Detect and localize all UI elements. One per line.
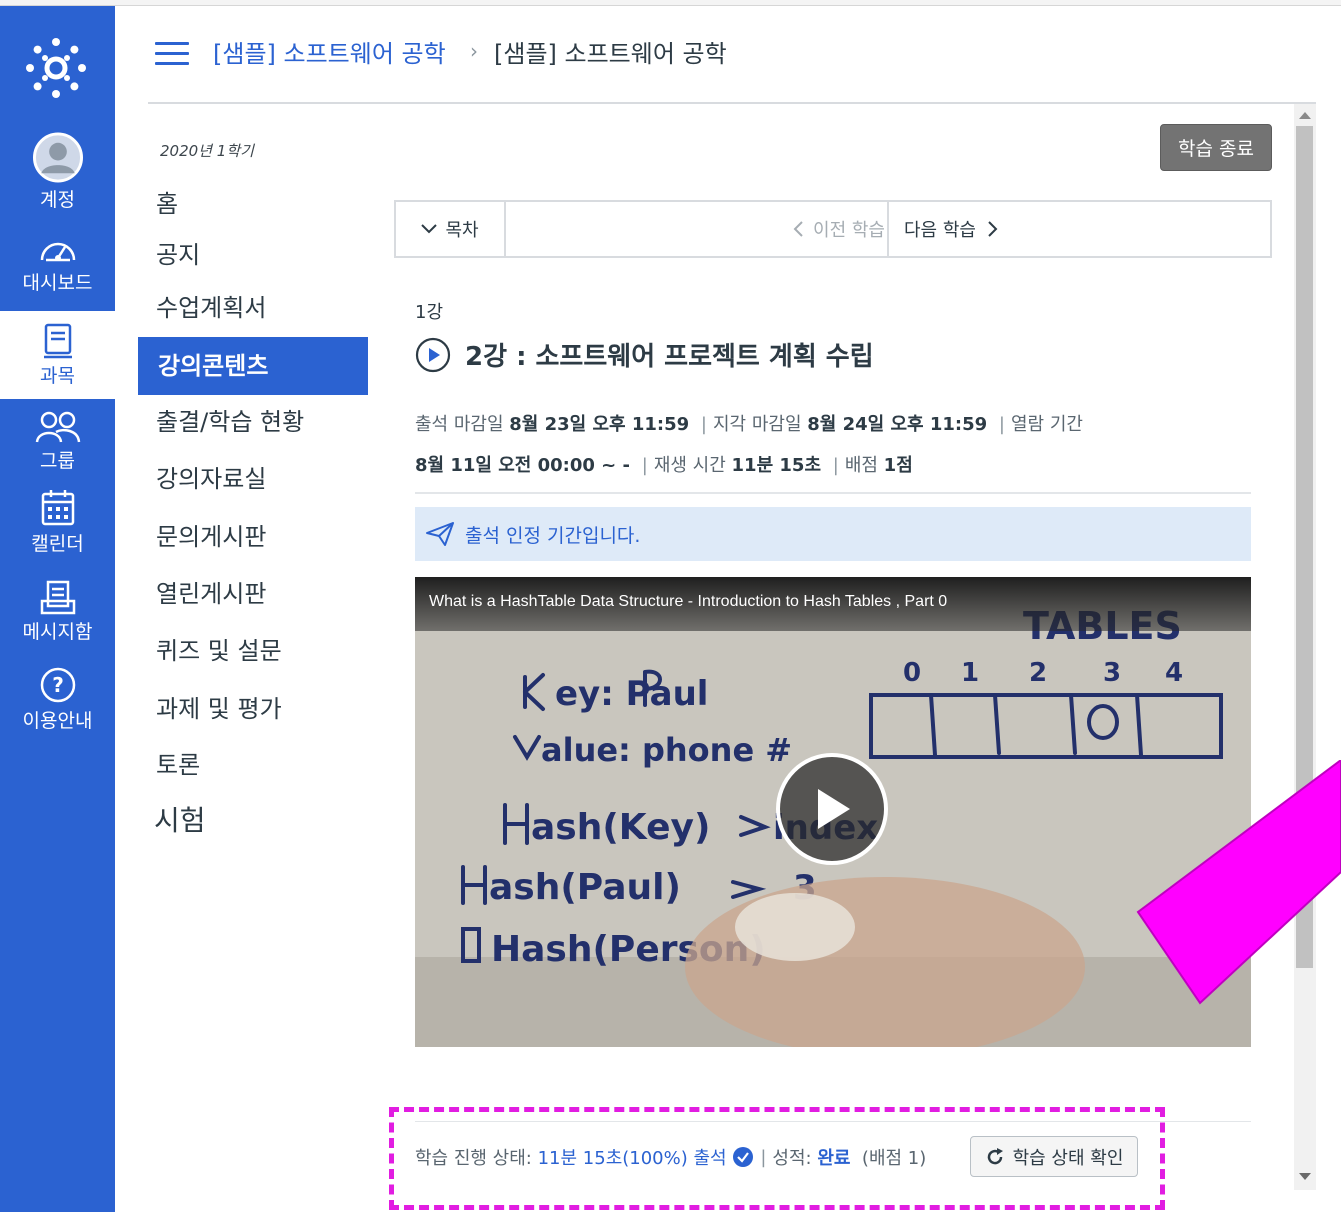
nav-account[interactable]: 계정	[0, 132, 115, 212]
svg-text:alue: phone #: alue: phone #	[541, 731, 792, 769]
lesson-meta-line-2: 8월 11일 오전 00:00 ~ - | 재생 시간 11분 15초 | 배점 1…	[415, 451, 913, 477]
attendance-notice: 출석 인정 기간입니다.	[415, 507, 1251, 561]
next-lesson-label: 다음 학습	[904, 220, 976, 241]
lesson-title: 2강 : 소프트웨어 프로젝트 계획 수립	[415, 336, 874, 373]
nav-calendar[interactable]: 캘린더	[0, 489, 115, 561]
lesson-title-text: 2강 : 소프트웨어 프로젝트 계획 수립	[465, 342, 874, 372]
content-scrollbar[interactable]	[1294, 104, 1316, 1190]
meta-separator: |	[832, 455, 839, 476]
play-time-value: 11분 15초	[731, 455, 821, 476]
term-label: 2020년 1학기	[160, 142, 254, 160]
score-value: 1점	[883, 455, 913, 476]
breadcrumb-course-link[interactable]: [샘플] 소프트웨어 공학	[213, 34, 446, 69]
scroll-down-arrow-icon[interactable]	[1299, 1173, 1311, 1180]
course-nav-exams[interactable]: 시험	[138, 792, 368, 850]
highlight-dashed-box	[389, 1107, 1165, 1210]
account-icon	[32, 132, 83, 183]
toc-label: 목차	[445, 220, 479, 241]
video-title: What is a HashTable Data Structure - Int…	[429, 593, 948, 610]
chevron-right-icon	[988, 221, 998, 237]
meta-divider	[415, 492, 1251, 494]
course-nav-materials[interactable]: 강의자료실	[138, 450, 368, 508]
course-nav-lecture-contents[interactable]: 강의콘텐츠	[138, 337, 368, 395]
nav-dashboard[interactable]: 대시보드	[0, 234, 115, 304]
lesson-toolbar: 목차 이전 학습 다음 학습	[394, 200, 1272, 258]
previous-lesson-label: 이전 학습	[813, 220, 885, 241]
nav-label: 그룹	[40, 450, 75, 472]
svg-text:0: 0	[903, 658, 921, 688]
end-learning-button[interactable]: 학습 종료	[1160, 124, 1272, 171]
nav-courses[interactable]: 과목	[0, 311, 115, 399]
svg-text:ey: Paul: ey: Paul	[555, 674, 708, 714]
nav-label: 메시지함	[22, 621, 93, 643]
attend-deadline-label: 출석 마감일	[415, 414, 504, 435]
video-play-button[interactable]	[776, 753, 888, 865]
breadcrumb-current: [샘플] 소프트웨어 공학	[494, 40, 727, 68]
nav-label: 계정	[40, 189, 75, 211]
svg-text:?: ?	[52, 673, 64, 697]
attendance-notice-text: 출석 인정 기간입니다.	[465, 524, 641, 547]
course-nav-open-board[interactable]: 열린게시판	[138, 565, 368, 623]
chevron-down-icon	[421, 224, 438, 234]
late-deadline-value: 8월 24일 오후 11:59	[807, 414, 988, 435]
course-nav-syllabus[interactable]: 수업계획서	[138, 279, 368, 337]
next-lesson-button[interactable]: 다음 학습	[904, 202, 998, 256]
hamburger-menu-icon[interactable]	[155, 42, 189, 68]
course-nav-home[interactable]: 홈	[138, 175, 368, 233]
scroll-up-arrow-icon[interactable]	[1299, 112, 1311, 119]
course-nav-attendance[interactable]: 출결/학습 현황	[138, 393, 368, 451]
previous-lesson-button[interactable]: 이전 학습	[793, 202, 885, 256]
course-nav-announcements[interactable]: 공지	[138, 226, 368, 284]
nav-label: 대시보드	[22, 272, 93, 294]
inbox-icon	[40, 580, 75, 615]
open-period-label: 열람 기간	[1011, 414, 1083, 435]
calendar-icon	[41, 490, 74, 526]
canvas-logo-icon[interactable]	[24, 36, 88, 100]
play-circle-icon	[415, 337, 451, 372]
course-nav-discussions[interactable]: 토론	[138, 736, 368, 794]
svg-text:1: 1	[961, 658, 979, 688]
play-icon	[818, 789, 850, 829]
svg-text:ash(Key): ash(Key)	[531, 807, 710, 848]
svg-text:ash(Paul): ash(Paul)	[489, 867, 681, 908]
play-time-label: 재생 시간	[653, 455, 726, 476]
breadcrumb-separator: ›	[470, 39, 478, 63]
course-nav-assignments[interactable]: 과제 및 평가	[138, 680, 368, 738]
attend-deadline-value: 8월 23일 오후 11:59	[509, 414, 690, 435]
meta-separator: |	[700, 414, 707, 435]
toolbar-divider	[887, 202, 889, 256]
nav-label: 과목	[40, 365, 75, 387]
lesson-meta-line-1: 출석 마감일 8월 23일 오후 11:59 | 지각 마감일 8월 24일 오후…	[415, 410, 1083, 436]
nav-label: 캘린더	[31, 533, 84, 555]
score-label: 배점	[844, 455, 878, 476]
nav-groups[interactable]: 그룹	[0, 410, 115, 480]
highlight-arrow-icon	[1136, 760, 1341, 1005]
video-player[interactable]: ey: Paul alue: phone # ash(Key) index as…	[415, 577, 1251, 1047]
video-title-bar: What is a HashTable Data Structure - Int…	[415, 577, 1251, 631]
paper-plane-icon	[426, 522, 454, 546]
global-navigation: 계정 대시보드 과목 그룹 캘린더 메시지함 ? 이용안내	[0, 6, 115, 1212]
nav-inbox[interactable]: 메시지함	[0, 579, 115, 649]
meta-separator: |	[998, 414, 1005, 435]
courses-icon	[43, 323, 72, 359]
nav-help[interactable]: ? 이용안내	[0, 666, 115, 736]
dashboard-icon	[40, 242, 75, 262]
svg-text:3: 3	[1103, 658, 1121, 688]
week-label: 1강	[415, 302, 444, 323]
groups-icon	[35, 411, 80, 443]
course-nav-quizzes[interactable]: 퀴즈 및 설문	[138, 622, 368, 680]
late-deadline-label: 지각 마감일	[713, 414, 802, 435]
svg-text:2: 2	[1029, 658, 1047, 688]
page-header: [샘플] 소프트웨어 공학 › [샘플] 소프트웨어 공학	[148, 6, 1316, 104]
svg-text:4: 4	[1165, 658, 1183, 688]
chevron-left-icon	[793, 221, 803, 237]
help-icon: ?	[40, 667, 75, 703]
toc-toggle-button[interactable]: 목차	[396, 202, 506, 256]
nav-label: 이용안내	[22, 710, 93, 732]
course-nav-qna-board[interactable]: 문의게시판	[138, 508, 368, 566]
open-period-value: 8월 11일 오전 00:00 ~ -	[415, 455, 630, 476]
meta-separator: |	[641, 455, 648, 476]
